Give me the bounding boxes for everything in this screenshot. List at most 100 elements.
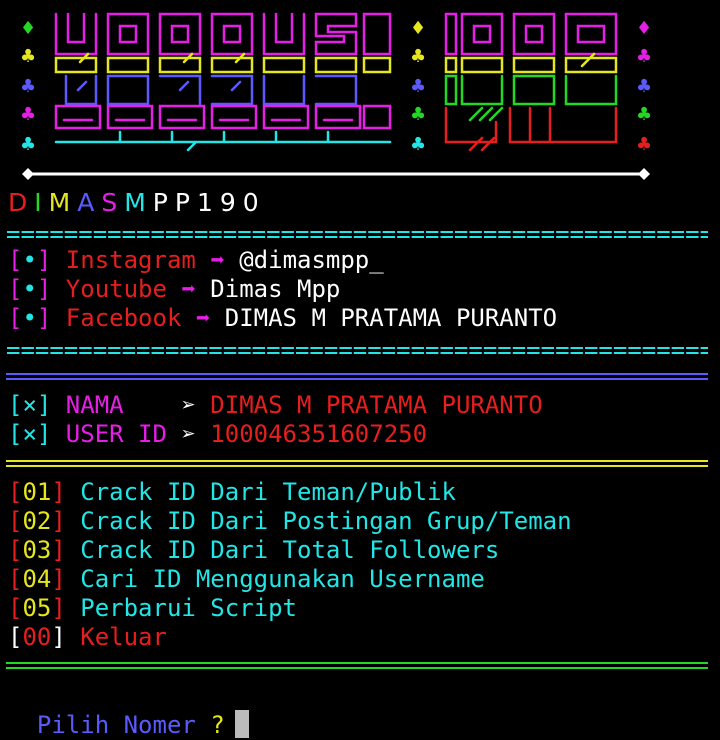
social-line: [•] Youtube ➡ Dimas Mpp bbox=[8, 275, 340, 304]
banner-logo-right bbox=[444, 12, 618, 152]
svg-text:♣: ♣ bbox=[636, 76, 652, 97]
text-cursor[interactable] bbox=[234, 710, 249, 738]
menu-label: Keluar bbox=[65, 623, 167, 651]
bracket: [ bbox=[8, 594, 23, 622]
bracket: ] bbox=[51, 536, 66, 564]
banner-ascii-art: ♦ ♣ ♣ ♣ ♣ ♦ ♣ ♣ ♣ ♣ ♦ ♣ ♣ ♣ ♣ bbox=[20, 12, 652, 180]
svg-text:♣: ♣ bbox=[20, 76, 36, 97]
svg-text:♦: ♦ bbox=[636, 18, 652, 39]
arrow-icon: ➢ bbox=[181, 420, 196, 448]
input-prompt[interactable]: Pilih Nomer ? bbox=[8, 681, 249, 740]
user-label: USER ID bbox=[51, 420, 182, 448]
svg-text:♣: ♣ bbox=[636, 46, 652, 67]
svg-text:♣: ♣ bbox=[410, 104, 426, 125]
bullet: • bbox=[22, 304, 37, 332]
svg-text:♦: ♦ bbox=[20, 18, 36, 39]
divider-blue bbox=[6, 373, 708, 375]
social-label: Facebook bbox=[51, 304, 196, 332]
user-value: 100046351607250 bbox=[195, 420, 428, 448]
bracket: ] bbox=[51, 594, 66, 622]
author-letter: S bbox=[101, 188, 125, 217]
menu-label: Crack ID Dari Total Followers bbox=[65, 536, 500, 564]
divider-yellow-2 bbox=[6, 465, 708, 467]
menu-label: Perbarui Script bbox=[65, 594, 297, 622]
prompt-label: Pilih Nomer bbox=[36, 711, 196, 739]
social-label: Youtube bbox=[51, 275, 182, 303]
bracket: [ bbox=[8, 275, 23, 303]
separator-top: ========================================… bbox=[6, 222, 708, 246]
bracket: [ bbox=[8, 565, 23, 593]
social-line: [•] Instagram ➡ @dimasmpp_ bbox=[8, 246, 384, 275]
menu-item-01[interactable]: [01] Crack ID Dari Teman/Publik bbox=[8, 478, 456, 507]
menu-number: 01 bbox=[22, 478, 52, 506]
prompt-mark: ? bbox=[210, 711, 225, 739]
author-letter: I bbox=[34, 188, 49, 217]
bracket: ] bbox=[51, 623, 66, 651]
bracket: [ bbox=[8, 536, 23, 564]
menu-label: Crack ID Dari Postingan Grup/Teman bbox=[65, 507, 572, 535]
bracket: ] bbox=[36, 275, 52, 303]
menu-item-05[interactable]: [05] Perbarui Script bbox=[8, 594, 297, 623]
svg-text:♣: ♣ bbox=[20, 104, 36, 125]
user-label: NAMA bbox=[51, 391, 182, 419]
divider-blue-2 bbox=[6, 378, 708, 380]
author-letter: M bbox=[124, 188, 153, 217]
author-letter: P bbox=[174, 188, 197, 217]
mark: [×] bbox=[8, 420, 52, 448]
bracket: [ bbox=[8, 246, 23, 274]
bullet: • bbox=[22, 246, 37, 274]
menu-number: 05 bbox=[22, 594, 52, 622]
bracket: ] bbox=[36, 246, 52, 274]
divider-green bbox=[6, 662, 708, 664]
author-letter: 0 bbox=[242, 188, 266, 217]
menu-number: 03 bbox=[22, 536, 52, 564]
bracket: [ bbox=[8, 623, 23, 651]
svg-text:♦: ♦ bbox=[410, 18, 426, 39]
menu-item-00[interactable]: [00] Keluar bbox=[8, 623, 167, 652]
mark: [×] bbox=[8, 391, 52, 419]
separator-social-bottom: ========================================… bbox=[6, 338, 708, 362]
banner-underline bbox=[22, 168, 650, 180]
menu-item-04[interactable]: [04] Cari ID Menggunakan Username bbox=[8, 565, 485, 594]
author-letter: M bbox=[48, 188, 78, 217]
user-info-line: [×] USER ID ➢ 100046351607250 bbox=[8, 420, 427, 449]
svg-text:♣: ♣ bbox=[636, 104, 652, 125]
author-letter: 9 bbox=[219, 188, 243, 217]
bracket: [ bbox=[8, 478, 23, 506]
bracket: ] bbox=[51, 478, 66, 506]
menu-item-02[interactable]: [02] Crack ID Dari Postingan Grup/Teman bbox=[8, 507, 572, 536]
menu-item-03[interactable]: [03] Crack ID Dari Total Followers bbox=[8, 536, 499, 565]
arrow-icon: ➡ bbox=[181, 275, 196, 303]
svg-text:♣: ♣ bbox=[410, 134, 426, 155]
user-info-line: [×] NAMA ➢ DIMAS M PRATAMA PURANTO bbox=[8, 391, 543, 420]
menu-label: Cari ID Menggunakan Username bbox=[65, 565, 485, 593]
svg-text:♣: ♣ bbox=[20, 46, 36, 67]
menu-label: Crack ID Dari Teman/Publik bbox=[65, 478, 456, 506]
banner-decorations: ♦ ♣ ♣ ♣ ♣ ♦ ♣ ♣ ♣ ♣ ♦ ♣ ♣ ♣ ♣ bbox=[20, 18, 652, 155]
author-letter: 1 bbox=[196, 188, 220, 217]
arrow-icon: ➡ bbox=[210, 246, 225, 274]
svg-text:♣: ♣ bbox=[410, 46, 426, 67]
arrow-icon: ➢ bbox=[181, 391, 196, 419]
social-line: [•] Facebook ➡ DIMAS M PRATAMA PURANTO bbox=[8, 304, 557, 333]
banner-logo-left bbox=[54, 12, 392, 152]
divider-yellow bbox=[6, 460, 708, 462]
menu-number: 00 bbox=[22, 623, 52, 651]
bracket: ] bbox=[51, 565, 66, 593]
arrow-icon: ➡ bbox=[195, 304, 211, 332]
menu-number: 04 bbox=[22, 565, 52, 593]
bracket: ] bbox=[51, 507, 66, 535]
author-letter: P bbox=[152, 188, 175, 217]
author-letter: D bbox=[8, 188, 35, 217]
svg-text:♣: ♣ bbox=[636, 134, 652, 155]
bracket: [ bbox=[8, 507, 23, 535]
social-value: DIMAS M PRATAMA PURANTO bbox=[210, 304, 558, 332]
author-letter: A bbox=[77, 188, 102, 217]
social-value: @dimasmpp_ bbox=[224, 246, 384, 274]
bracket: [ bbox=[8, 304, 23, 332]
divider-green-2 bbox=[6, 667, 708, 669]
svg-text:♣: ♣ bbox=[20, 134, 36, 155]
svg-text:♣: ♣ bbox=[410, 76, 426, 97]
author-name: DIMASMPP190 bbox=[8, 188, 266, 217]
social-value: Dimas Mpp bbox=[195, 275, 341, 303]
